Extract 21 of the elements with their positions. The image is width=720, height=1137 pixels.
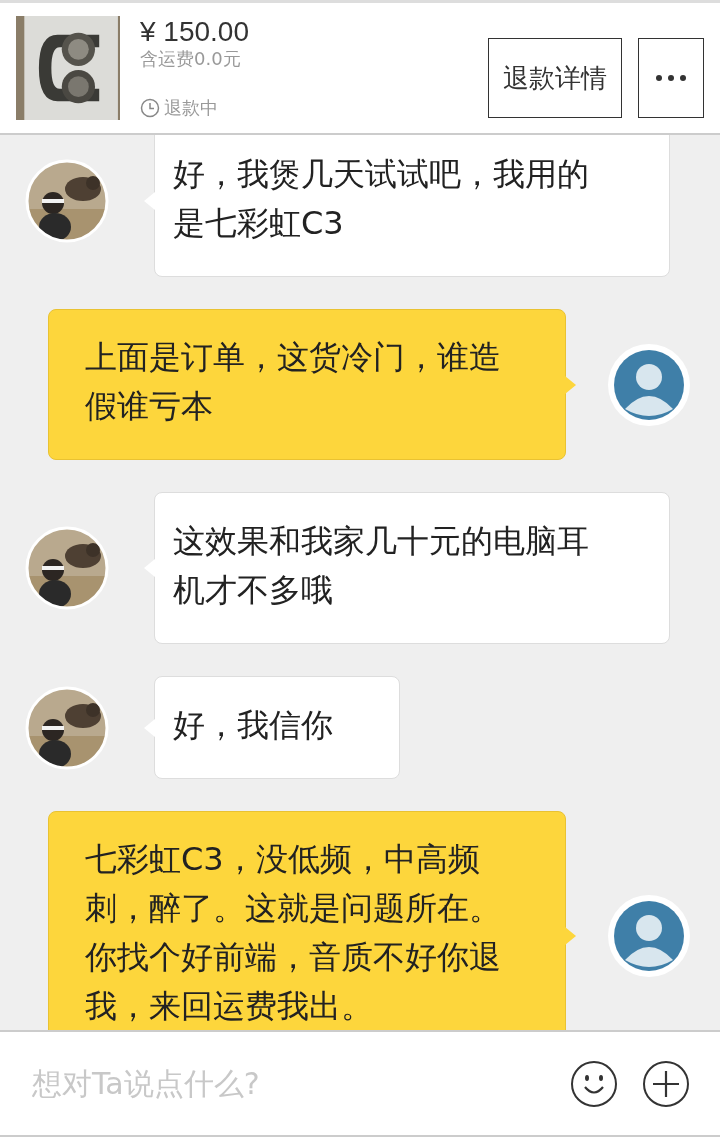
message-bubble: 这效果和我家几十元的电脑耳机才不多哦 (154, 492, 670, 644)
emoji-icon[interactable] (570, 1059, 618, 1108)
bubble-tail (144, 718, 155, 737)
price-text: ¥ 150.00 (140, 16, 250, 48)
bubble-tail (144, 559, 155, 577)
message-bubble: 上面是订单，这货冷门，谁造假谁亏本 (48, 309, 566, 460)
avatar-icon (607, 342, 691, 427)
message-bubble: 好，我煲几天试试吧，我用的是七彩虹C3 (154, 135, 670, 277)
avatar-icon (607, 893, 691, 978)
refund-status: 退款中 (164, 96, 218, 120)
clock-icon (140, 98, 160, 118)
message-bubble: 好，我信你 (154, 676, 400, 779)
refund-details-button[interactable]: 退款详情 (488, 38, 622, 118)
bubble-tail (144, 192, 155, 210)
more-button[interactable] (638, 38, 704, 118)
message-bubble: 七彩虹C3，没低频，中高频刺，醉了。这就是问题所在。你找个好前端，音质不好你退我，来回运费我出。 (48, 811, 566, 1030)
more-icon (655, 74, 687, 82)
bubble-tail (565, 375, 576, 394)
plus-icon[interactable] (642, 1059, 690, 1108)
shipping-text: 含运费0.0元 (140, 48, 242, 70)
bubble-tail (565, 926, 576, 945)
